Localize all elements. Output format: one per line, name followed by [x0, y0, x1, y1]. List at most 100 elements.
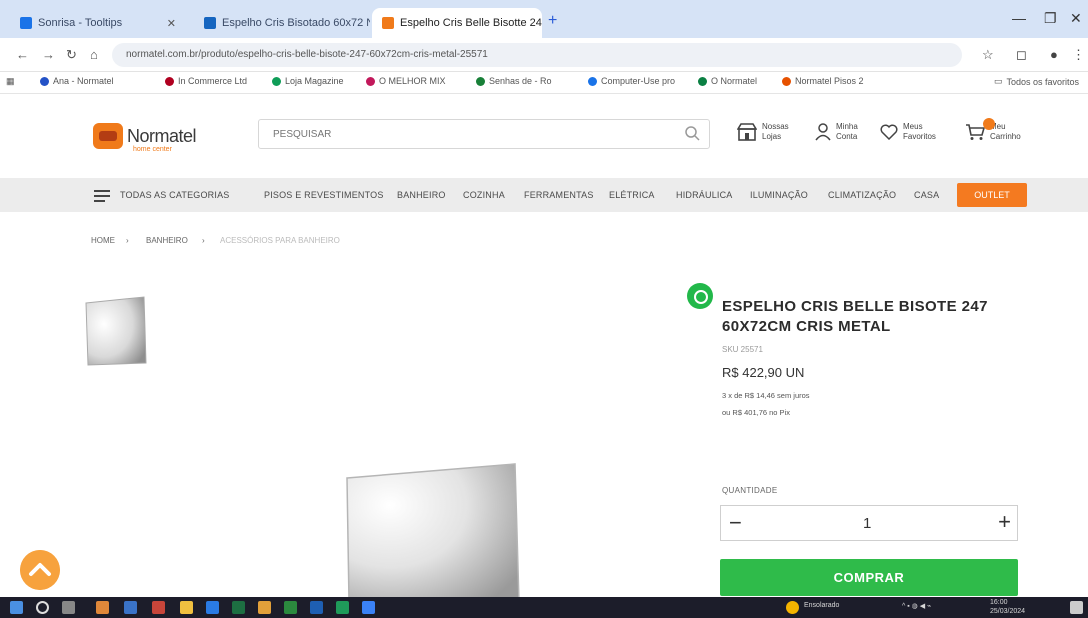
- back-icon[interactable]: ←: [16, 47, 29, 62]
- weather-text[interactable]: Ensolarado: [804, 602, 839, 609]
- tab-favicon-icon: [204, 17, 216, 29]
- close-icon[interactable]: ✕: [159, 17, 176, 30]
- folder-icon[interactable]: [180, 601, 193, 614]
- logo-mark-icon: [93, 123, 123, 149]
- profile-icon[interactable]: ●: [1050, 47, 1058, 62]
- nav-item[interactable]: CLIMATIZAÇÃO: [828, 190, 896, 200]
- account-link[interactable]: Minha Conta: [815, 122, 858, 142]
- logo-sub: home center: [133, 146, 172, 153]
- browser-tab[interactable]: Espelho Cris Bisotado 60x72 N ✕: [194, 8, 370, 38]
- bookmark-item[interactable]: Ana - Normatel: [40, 76, 114, 86]
- scroll-to-top-button[interactable]: [20, 550, 60, 590]
- app-icon[interactable]: [284, 601, 297, 614]
- breadcrumb-category[interactable]: BANHEIRO: [146, 236, 188, 245]
- clock-time[interactable]: 16:00: [990, 599, 1008, 606]
- bookmark-label: In Commerce Ltd: [178, 76, 248, 86]
- tab-title: Espelho Cris Belle Bisotte 247: [400, 17, 542, 29]
- app-icon[interactable]: [152, 601, 165, 614]
- breadcrumb-home[interactable]: HOME: [91, 236, 115, 245]
- home-icon[interactable]: ⌂: [90, 47, 98, 62]
- star-icon[interactable]: ☆: [982, 47, 994, 63]
- search-icon[interactable]: [36, 601, 49, 614]
- app-icon[interactable]: [336, 601, 349, 614]
- app-icon[interactable]: [310, 601, 323, 614]
- maximize-icon[interactable]: ❐: [1044, 10, 1057, 27]
- breadcrumb-separator: ›: [202, 236, 205, 245]
- bookmark-label: Ana - Normatel: [53, 76, 114, 86]
- search-input[interactable]: [258, 119, 710, 149]
- bookmark-icon: [40, 76, 49, 86]
- task-view-icon[interactable]: [62, 601, 75, 614]
- store-icon: [737, 123, 757, 141]
- app-icon[interactable]: [96, 601, 109, 614]
- site-logo[interactable]: Normatel home center: [93, 118, 218, 154]
- quantity-label: QUANTIDADE: [722, 486, 778, 495]
- tab-favicon-icon: [20, 17, 32, 29]
- nav-item[interactable]: ELÉTRICA: [609, 190, 655, 200]
- browser-tab-active[interactable]: Espelho Cris Belle Bisotte 247 ✕: [372, 8, 542, 38]
- weather-icon[interactable]: [786, 601, 799, 614]
- new-tab-icon[interactable]: +: [548, 12, 557, 30]
- nav-item[interactable]: HIDRÁULICA: [676, 190, 733, 200]
- stores-link[interactable]: Nossas Lojas: [737, 122, 789, 142]
- nav-item[interactable]: PISOS E REVESTIMENTOS: [264, 190, 384, 200]
- search-icon[interactable]: [684, 125, 700, 141]
- bookmark-icon: [366, 76, 375, 86]
- bookmark-item[interactable]: Computer-Use pro: [588, 76, 675, 86]
- window-close-icon[interactable]: ✕: [1070, 10, 1082, 27]
- nav-item[interactable]: BANHEIRO: [397, 190, 446, 200]
- tab-title: Espelho Cris Bisotado 60x72 N: [222, 17, 370, 29]
- hamburger-menu-icon[interactable]: [94, 190, 110, 202]
- link-label: Carrinho: [990, 132, 1021, 141]
- all-bookmarks[interactable]: ▭ Todos os favoritos: [994, 76, 1079, 87]
- product-thumbnail[interactable]: [82, 295, 148, 367]
- product-main-image: [346, 463, 520, 602]
- address-bar[interactable]: normatel.com.br/produto/espelho-cris-bel…: [112, 43, 962, 67]
- nav-item[interactable]: FERRAMENTAS: [524, 190, 594, 200]
- browser-tab-strip: Sonrisa - Tooltips ✕ Espelho Cris Bisota…: [0, 0, 1088, 38]
- bookmark-item[interactable]: Normatel Pisos 2: [782, 76, 864, 86]
- decrease-quantity-button[interactable]: −: [729, 512, 742, 534]
- bookmark-item[interactable]: Senhas de - Ro: [476, 76, 552, 86]
- browser-tab[interactable]: Sonrisa - Tooltips ✕: [10, 8, 186, 38]
- cash-price-text: ou R$ 401,76 no Pix: [722, 408, 790, 417]
- product-price: R$ 422,90 UN: [722, 365, 805, 380]
- quantity-value[interactable]: 1: [863, 515, 871, 532]
- bookmark-item[interactable]: O MELHOR MIX: [366, 76, 446, 86]
- app-icon[interactable]: [124, 601, 137, 614]
- nav-all-categories[interactable]: TODAS AS CATEGORIAS: [120, 190, 230, 200]
- clock-date[interactable]: 25/03/2024: [990, 608, 1025, 615]
- windows-start-icon[interactable]: [10, 601, 23, 614]
- buy-button[interactable]: COMPRAR: [720, 559, 1018, 596]
- link-label: Lojas: [762, 132, 782, 141]
- bookmark-label: O Normatel: [711, 76, 758, 86]
- outlet-button[interactable]: OUTLET: [957, 183, 1027, 207]
- menu-dots-icon[interactable]: ⋮: [1072, 47, 1085, 63]
- nav-item[interactable]: CASA: [914, 190, 939, 200]
- bookmark-item[interactable]: In Commerce Ltd: [165, 76, 247, 86]
- forward-icon[interactable]: →: [42, 47, 55, 62]
- reload-icon[interactable]: ↻: [66, 47, 77, 63]
- extensions-icon[interactable]: ◻: [1016, 47, 1027, 63]
- notifications-icon[interactable]: [1070, 601, 1083, 614]
- link-label: Meus: [903, 122, 923, 131]
- apps-icon[interactable]: ▦: [6, 76, 15, 87]
- whatsapp-icon[interactable]: [687, 283, 713, 309]
- tab-favicon-icon: [382, 17, 394, 29]
- system-tray-icons[interactable]: ^ ▪ ◍ ◀ ⌁: [902, 602, 931, 610]
- bookmark-label: Senhas de - Ro: [489, 76, 552, 86]
- app-icon[interactable]: [362, 601, 375, 614]
- nav-item[interactable]: COZINHA: [463, 190, 505, 200]
- increase-quantity-button[interactable]: +: [998, 511, 1011, 533]
- favorites-link[interactable]: Meus Favoritos: [880, 122, 936, 142]
- excel-icon[interactable]: [232, 601, 245, 614]
- bookmark-icon: [272, 76, 281, 86]
- chrome-icon[interactable]: [258, 601, 271, 614]
- nav-item[interactable]: ILUMINAÇÃO: [750, 190, 808, 200]
- minimize-icon[interactable]: —: [1012, 10, 1026, 26]
- bookmark-item[interactable]: O Normatel: [698, 76, 757, 86]
- bookmark-item[interactable]: Loja Magazine: [272, 76, 344, 86]
- app-icon[interactable]: [206, 601, 219, 614]
- bookmark-label: Loja Magazine: [285, 76, 344, 86]
- url-text: normatel.com.br/produto/espelho-cris-bel…: [126, 49, 488, 60]
